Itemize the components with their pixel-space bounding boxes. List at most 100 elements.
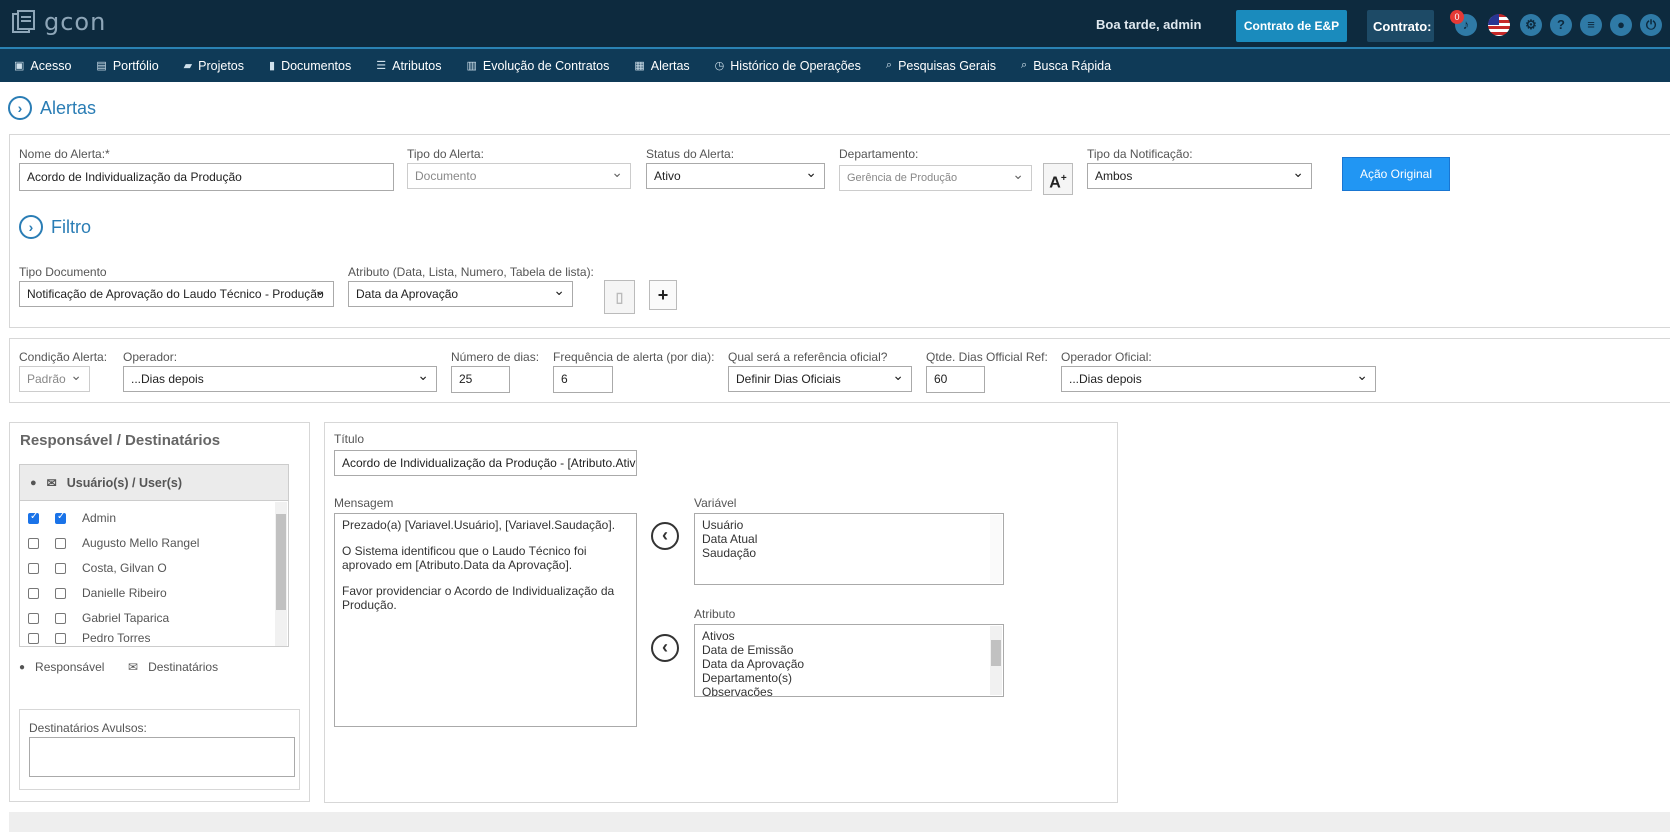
list-item[interactable]: Usuário bbox=[702, 518, 996, 532]
operator-label: Operador: bbox=[123, 350, 178, 364]
power-icon[interactable]: ⏻ bbox=[1640, 14, 1662, 36]
add-filter-button[interactable]: + bbox=[649, 280, 677, 310]
alert-name-input[interactable]: Acordo de Individualização da Produção bbox=[19, 163, 394, 191]
days-input[interactable]: 25 bbox=[451, 366, 510, 393]
envelope-icon: ✉ bbox=[46, 475, 57, 490]
logo[interactable]: gcon bbox=[10, 8, 106, 36]
official-days-label: Qtde. Dias Official Ref: bbox=[926, 350, 1048, 364]
variable-label: Variável bbox=[694, 496, 737, 510]
nav-atributos[interactable]: ☰ Atributos bbox=[376, 59, 441, 73]
responsible-checkbox[interactable] bbox=[28, 511, 39, 524]
list-item[interactable]: Departamento(s) bbox=[702, 671, 996, 685]
recipient-checkbox[interactable] bbox=[55, 511, 66, 524]
recipient-checkbox[interactable] bbox=[55, 632, 66, 644]
users-scrollbar[interactable] bbox=[275, 502, 287, 646]
portfolio-icon: ▤ bbox=[96, 60, 107, 72]
list-item[interactable]: Data da Aprovação bbox=[702, 657, 996, 671]
original-action-button[interactable]: Ação Original bbox=[1342, 157, 1450, 191]
responsible-checkbox[interactable] bbox=[28, 612, 39, 624]
users-list: ● ✉ Usuário(s) / User(s) Admin Augusto M… bbox=[19, 464, 289, 647]
list-item[interactable]: Observações bbox=[702, 685, 996, 696]
contrato-button[interactable]: Contrato: bbox=[1367, 10, 1434, 42]
help-icon[interactable]: ? bbox=[1550, 14, 1572, 36]
nav-alertas[interactable]: ▦ Alertas bbox=[634, 59, 689, 73]
recipient-checkbox[interactable] bbox=[55, 562, 66, 574]
language-flag-icon[interactable] bbox=[1488, 14, 1510, 36]
responsible-checkbox[interactable] bbox=[28, 587, 39, 599]
alert-type-select[interactable]: Documento bbox=[407, 163, 631, 189]
attribute-listbox[interactable]: Ativos Data de Emissão Data da Aprovação… bbox=[694, 624, 1004, 697]
chevron-right-icon: › bbox=[8, 96, 32, 120]
list-icon: ☰ bbox=[376, 60, 387, 72]
nav-projetos[interactable]: ▰ Projetos bbox=[184, 59, 244, 73]
menu-icon[interactable]: ≡ bbox=[1580, 14, 1602, 36]
attribute-filter-label: Atributo (Data, Lista, Numero, Tabela de… bbox=[348, 265, 594, 279]
attribute-filter-select[interactable]: Data da Aprovação bbox=[348, 281, 573, 307]
search-icon: ⌕ bbox=[885, 59, 893, 71]
history-icon: ◷ bbox=[714, 60, 725, 72]
nav-historico[interactable]: ◷ Histórico de Operações bbox=[715, 59, 861, 73]
loose-recipients-input[interactable] bbox=[29, 737, 295, 777]
user-icon[interactable]: ● bbox=[1610, 14, 1632, 36]
nav-busca-rapida[interactable]: ⌕ Busca Rápida bbox=[1021, 59, 1111, 73]
recipient-checkbox[interactable] bbox=[55, 612, 66, 624]
official-operator-select[interactable]: ...Dias depois bbox=[1061, 366, 1376, 392]
scrollbar-thumb[interactable] bbox=[991, 640, 1001, 666]
list-item[interactable]: Ativos bbox=[702, 629, 996, 643]
official-days-input[interactable]: 60 bbox=[926, 366, 985, 393]
variable-scrollbar[interactable] bbox=[990, 515, 1002, 583]
responsible-checkbox[interactable] bbox=[28, 562, 39, 574]
nav-portfolio[interactable]: ▤ Portfólio bbox=[96, 59, 158, 73]
frequency-input[interactable]: 6 bbox=[553, 366, 613, 393]
reference-select[interactable]: Definir Dias Oficiais bbox=[728, 366, 912, 392]
list-item[interactable]: Data de Emissão bbox=[702, 643, 996, 657]
contract-button[interactable]: Contrato de E&P bbox=[1236, 10, 1347, 42]
message-textarea[interactable]: Prezado(a) [Variavel.Usuário], [Variavel… bbox=[334, 513, 637, 727]
nav-acesso[interactable]: ▣ Acesso bbox=[14, 59, 71, 73]
condition-select[interactable]: Padrão bbox=[19, 366, 90, 392]
legend-responsible: ● Responsável bbox=[19, 660, 105, 674]
list-item[interactable]: Gabriel Taparica bbox=[28, 608, 169, 628]
attribute-scrollbar[interactable] bbox=[990, 626, 1002, 695]
loose-recipients-label: Destinatários Avulsos: bbox=[29, 721, 147, 735]
title-input[interactable]: Acordo de Individualização da Produção -… bbox=[334, 450, 637, 476]
list-item[interactable]: Augusto Mello Rangel bbox=[28, 533, 199, 553]
nav-documentos[interactable]: ▮ Documentos bbox=[269, 59, 351, 73]
condition-label: Condição Alerta: bbox=[19, 350, 108, 364]
department-select[interactable]: Gerência de Produção bbox=[839, 165, 1032, 191]
filter-title: › Filtro bbox=[19, 215, 91, 239]
message-label: Mensagem bbox=[334, 496, 394, 510]
operator-select[interactable]: ...Dias depois bbox=[123, 366, 437, 392]
doc-type-select[interactable]: Notificação de Aprovação do Laudo Técnic… bbox=[19, 281, 334, 307]
official-operator-label: Operador Oficial: bbox=[1061, 350, 1152, 364]
recipient-checkbox[interactable] bbox=[55, 537, 66, 549]
responsible-checkbox[interactable] bbox=[28, 632, 39, 644]
list-item[interactable]: Admin bbox=[28, 508, 116, 528]
legend-recipients: ✉ Destinatários bbox=[128, 660, 219, 674]
search-icon: ⌕ bbox=[1021, 59, 1028, 71]
recipients-title: Responsável / Destinatários bbox=[20, 432, 221, 449]
frequency-label: Frequência de alerta (por dia): bbox=[553, 350, 715, 364]
notification-badge: 0 bbox=[1450, 10, 1464, 24]
list-item[interactable]: Data Atual bbox=[702, 532, 996, 546]
insert-variable-button[interactable]: ‹ bbox=[651, 522, 679, 550]
variable-listbox[interactable]: Usuário Data Atual Saudação bbox=[694, 513, 1004, 585]
lock-icon: ▣ bbox=[14, 60, 25, 72]
responsible-checkbox[interactable] bbox=[28, 537, 39, 549]
alert-status-select[interactable]: Ativo bbox=[646, 163, 825, 189]
list-item[interactable]: Saudação bbox=[702, 546, 996, 560]
insert-attribute-button[interactable]: ‹ bbox=[651, 634, 679, 662]
list-item[interactable]: Danielle Ribeiro bbox=[28, 583, 167, 603]
nav-pesquisas[interactable]: ⌕ Pesquisas Gerais bbox=[886, 59, 996, 73]
list-item[interactable]: Costa, Gilvan O bbox=[28, 558, 167, 578]
page-title: › Alertas bbox=[8, 96, 96, 120]
recipient-checkbox[interactable] bbox=[55, 587, 66, 599]
nav-evolucao[interactable]: ▥ Evolução de Contratos bbox=[466, 59, 609, 73]
list-item[interactable]: Pedro Torres bbox=[28, 630, 150, 646]
copy-icon[interactable]: ▯ bbox=[604, 280, 635, 314]
add-department-button[interactable]: A+ bbox=[1043, 163, 1073, 195]
settings-icon[interactable]: ⚙ bbox=[1520, 14, 1542, 36]
attribute-label: Atributo bbox=[694, 607, 736, 621]
scrollbar-thumb[interactable] bbox=[276, 514, 286, 610]
notification-type-select[interactable]: Ambos bbox=[1087, 163, 1312, 189]
